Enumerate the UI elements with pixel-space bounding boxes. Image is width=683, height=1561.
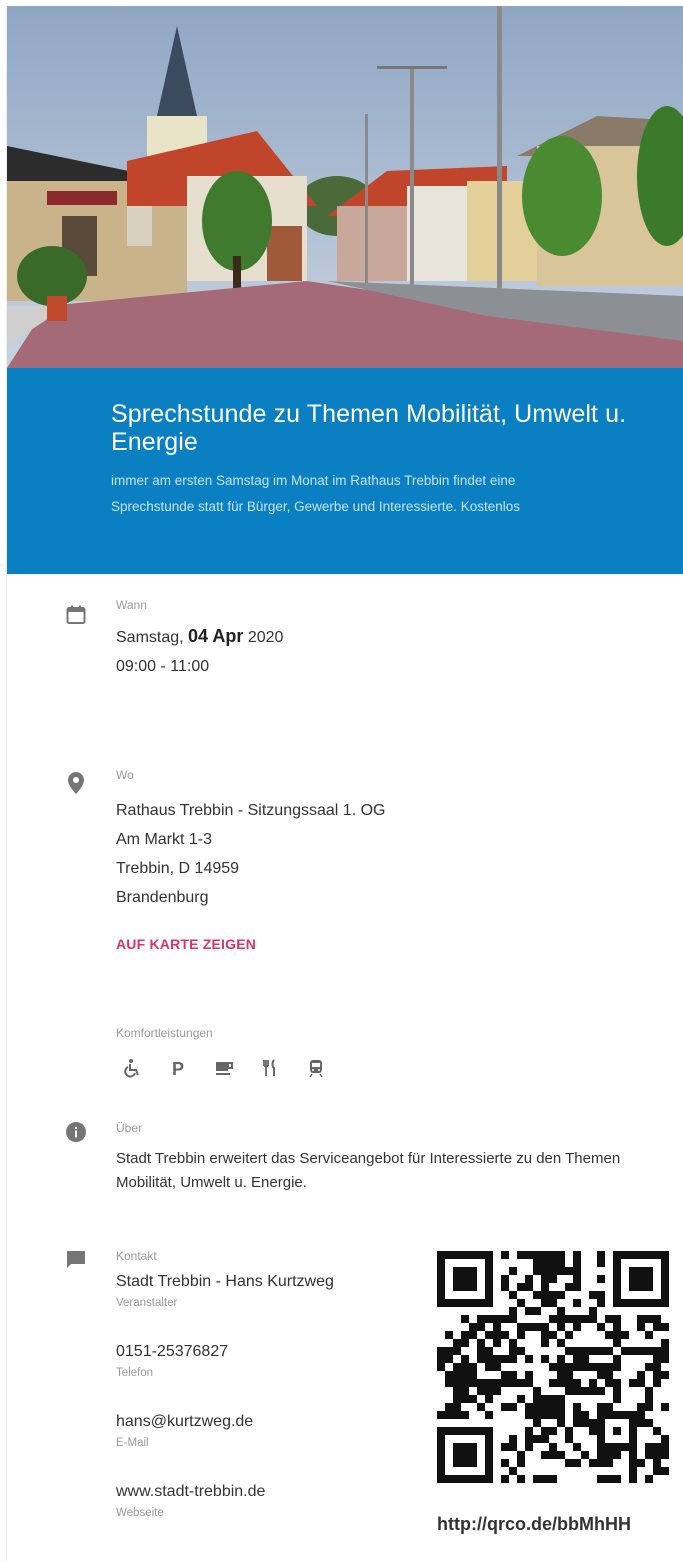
svg-text:P: P bbox=[172, 1059, 184, 1078]
when-date: Samstag, 04 Apr 2020 bbox=[116, 622, 683, 652]
chat-icon bbox=[65, 1249, 87, 1271]
event-card: Sprechstunde zu Themen Mobilität, Umwelt… bbox=[6, 6, 683, 1561]
address-line: Rathaus Trebbin - Sitzungssaal 1. OG bbox=[116, 802, 386, 819]
when-label: Wann bbox=[116, 598, 147, 612]
when-time: 09:00 - 11:00 bbox=[116, 658, 210, 675]
location-pin-icon bbox=[65, 772, 87, 794]
amenities-icons: P bbox=[116, 1056, 683, 1080]
address-line: Am Markt 1-3 bbox=[116, 831, 213, 848]
event-subtitle: immer am ersten Samstag im Monat im Rath… bbox=[111, 473, 520, 514]
where-label: Wo bbox=[116, 768, 134, 782]
restaurant-icon bbox=[258, 1056, 282, 1080]
qr-url[interactable]: http://qrco.de/bbMhHH bbox=[437, 1514, 631, 1535]
show-on-map-link[interactable]: AUF KARTE ZEIGEN bbox=[116, 936, 256, 952]
when-weekday: Samstag, bbox=[116, 629, 184, 646]
wheelchair-icon bbox=[120, 1056, 144, 1080]
info-icon bbox=[65, 1121, 87, 1143]
about-text: Stadt Trebbin erweitert das Serviceangeb… bbox=[116, 1150, 621, 1191]
when-year: 2020 bbox=[247, 629, 284, 646]
website-url[interactable]: www.stadt-trebbin.de bbox=[116, 1483, 683, 1501]
address-line: Brandenburg bbox=[116, 889, 209, 906]
calendar-icon bbox=[65, 604, 87, 626]
coffee-icon bbox=[212, 1056, 236, 1080]
amenities-label: Komfortleistungen bbox=[116, 1026, 213, 1040]
amenities-section: Komfortleistungen P bbox=[7, 1026, 683, 1080]
hero-image bbox=[7, 6, 683, 368]
train-icon bbox=[304, 1056, 328, 1080]
event-header: Sprechstunde zu Themen Mobilität, Umwelt… bbox=[7, 368, 683, 574]
about-label: Über bbox=[116, 1121, 143, 1135]
parking-icon: P bbox=[166, 1056, 190, 1080]
where-section: Wo Rathaus Trebbin - Sitzungssaal 1. OG … bbox=[7, 768, 683, 954]
when-date-bold: 04 Apr bbox=[188, 626, 244, 646]
address-line: Trebbin, D 14959 bbox=[116, 860, 240, 877]
event-title: Sprechstunde zu Themen Mobilität, Umwelt… bbox=[111, 400, 627, 456]
when-section: Wann Samstag, 04 Apr 2020 09:00 - 11:00 bbox=[7, 598, 683, 681]
qr-code bbox=[437, 1251, 669, 1483]
about-section: Über Stadt Trebbin erweitert das Service… bbox=[7, 1121, 683, 1195]
